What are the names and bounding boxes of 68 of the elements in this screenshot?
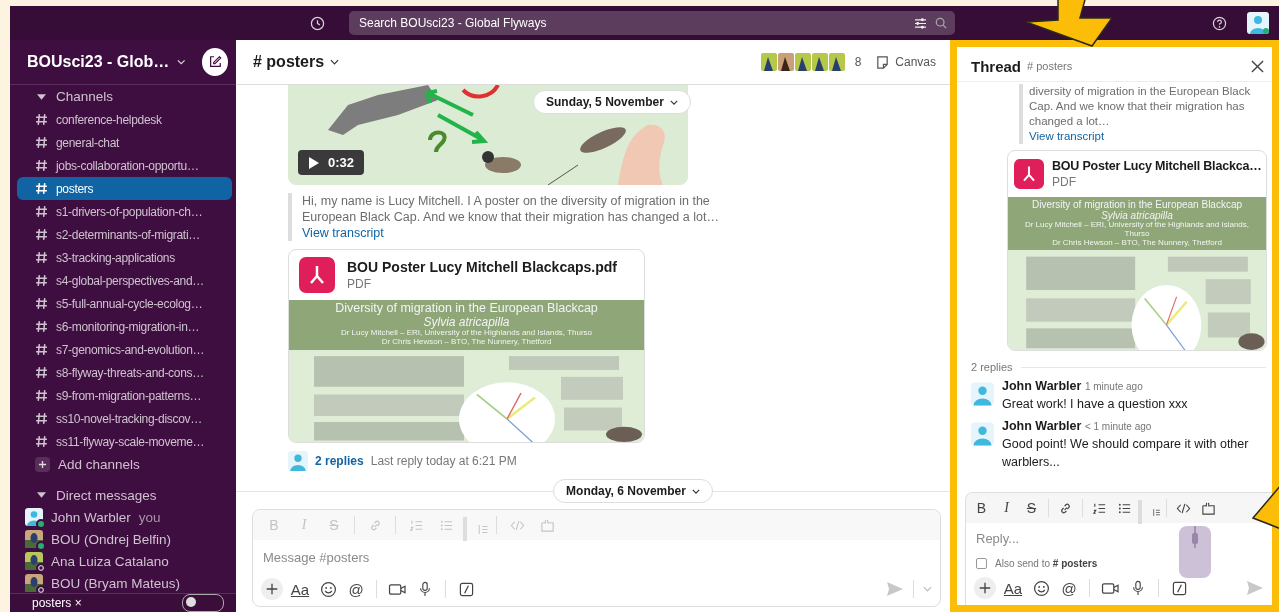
italic-button[interactable]: I	[995, 496, 1018, 520]
message-composer[interactable]: B I S Reply... Also send to # posters Aa @	[965, 492, 1272, 605]
format-button[interactable]: Aa	[289, 578, 311, 600]
search-input[interactable]: Search BOUsci23 - Global Flyways	[357, 15, 906, 31]
channel-tab[interactable]: posters ×	[32, 596, 82, 610]
search-field[interactable]: Search BOUsci23 - Global Flyways	[349, 11, 955, 35]
poster-author: Dr Lucy Mitchell – ERI, University of the Highlands and Islands, Thurso	[1023, 221, 1251, 239]
view-transcript-link[interactable]: View transcript	[1029, 130, 1105, 142]
bold-button[interactable]: B	[970, 496, 993, 520]
channel-item[interactable]: s6-monitoring-migration-in…	[17, 315, 232, 338]
poster-species: Sylvia atricapilla	[1101, 210, 1173, 221]
channel-name[interactable]: # posters	[253, 53, 325, 71]
mention-button[interactable]: @	[345, 578, 367, 600]
transcript-text: diversity of migration in the European Black Cap. And we know that their migration has changed a lot… View transcript	[1029, 84, 1252, 144]
video-duration-badge[interactable]: 0:32	[298, 150, 365, 175]
author-name[interactable]: John Warbler	[1002, 419, 1082, 434]
poster-author: Dr Lucy Mitchell – ERI, University of the Highlands and Islands, Thurso	[340, 328, 593, 337]
poster-author: Dr Chris Hewson – BTO, The Nunnery, Thetford	[1052, 238, 1222, 248]
thread-title: Thread	[971, 57, 1021, 75]
view-transcript-link[interactable]: View transcript	[302, 226, 384, 240]
date-pill[interactable]: Sunday, 5 November	[533, 90, 691, 114]
channel-item[interactable]: s4-global-perspectives-and…	[17, 269, 232, 292]
also-send-label: Also send to # posters	[995, 557, 1098, 569]
channel-item[interactable]: s2-determinants-of-migrati…	[17, 223, 232, 246]
workspace-name[interactable]: BOUsci23 - Glob…	[27, 53, 170, 71]
poster-title: Diversity of migration in the European Blackcap	[335, 302, 598, 316]
add-channels-button[interactable]: Add channels	[17, 453, 229, 476]
mention-button[interactable]: @	[1058, 577, 1080, 599]
canvas-button[interactable]: Canvas	[875, 54, 936, 70]
direct-message-item[interactable]: BOU (Ondrej Belfin)	[17, 528, 229, 550]
last-reply-text: Last reply today at 6:21 PM	[370, 453, 517, 468]
direct-message-item[interactable]: Ana Luiza Catalano	[17, 550, 229, 572]
channel-item[interactable]: general-chat	[17, 131, 232, 154]
timestamp[interactable]: 1 minute ago	[1084, 381, 1143, 393]
transcript-text: Hi, my name is Lucy Mitchell. I A poster on the diversity of migration in the European Black Cap. And we know that their migration has changed a lot… View transcript	[302, 193, 720, 241]
replies-link[interactable]: 2 replies	[315, 453, 364, 468]
channel-item[interactable]: s3-tracking-applications	[17, 246, 232, 269]
author-name[interactable]: John Warbler	[1002, 379, 1082, 394]
channel-item[interactable]: posters	[17, 177, 232, 200]
format-button[interactable]: Aa	[1002, 577, 1024, 599]
channel-item[interactable]: conference-helpdesk	[17, 108, 232, 131]
channel-item[interactable]: s8-flyway-threats-and-cons…	[17, 361, 232, 384]
replies-count: 2 replies	[971, 361, 1013, 374]
file-type: PDF	[347, 277, 372, 291]
date-pill[interactable]: Monday, 6 November	[553, 479, 713, 504]
channel-item[interactable]: ss11-flyway-scale-moveme…	[17, 430, 232, 453]
reply-text: Good point! We should compare it with other warblers...	[1002, 436, 1250, 472]
direct-messages-section[interactable]: Direct messages	[17, 484, 229, 506]
file-type: PDF	[1052, 175, 1077, 189]
file-name: BOU Poster Lucy Mitchell Blackcaps.pdf	[347, 259, 617, 275]
channel-item[interactable]: ss10-novel-tracking-discov…	[17, 407, 232, 430]
timestamp[interactable]: < 1 minute ago	[1084, 421, 1152, 433]
poster-author: Dr Chris Hewson – BTO, The Nunnery, Thetford	[381, 337, 552, 347]
strike-button[interactable]: S	[1020, 496, 1043, 520]
channel-item[interactable]: s9-from-migration-patterns…	[17, 384, 232, 407]
channel-item[interactable]: s1-drivers-of-population-ch…	[17, 200, 232, 223]
thread-channel[interactable]: # posters	[1027, 60, 1073, 72]
channel-item[interactable]: s7-genomics-and-evolution…	[17, 338, 232, 361]
channels-section[interactable]: Channels	[17, 85, 229, 108]
reply-text: Great work! I have a question xxx	[1002, 396, 1189, 414]
file-name: BOU Poster Lucy Mitchell Blackca…	[1052, 159, 1262, 173]
channel-item[interactable]: s5-full-annual-cycle-ecolog…	[17, 292, 232, 315]
poster-species: Sylvia atricapilla	[423, 315, 510, 329]
member-count[interactable]: 8	[854, 55, 862, 69]
you-label: you	[138, 509, 161, 525]
channel-item[interactable]: jobs-collaboration-opportu…	[17, 154, 232, 177]
direct-message-item[interactable]: John Warbler you	[17, 506, 229, 528]
poster-title: Diversity of migration in the European Blackcap	[1031, 199, 1243, 210]
